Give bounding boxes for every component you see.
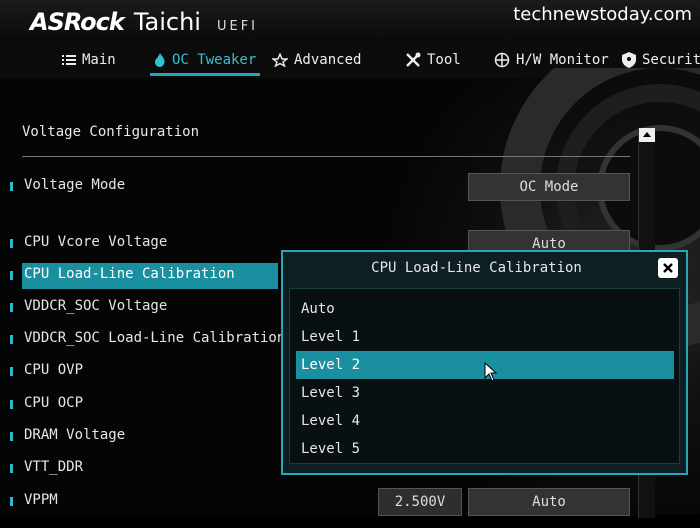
help-marker: [10, 303, 13, 312]
setting-label: VDDCR_SOC Load-Line Calibration: [24, 330, 286, 346]
setting-label: VTT_DDR: [24, 459, 84, 475]
setting-voltage-mode[interactable]: Voltage Mode: [0, 174, 480, 198]
title-bar: ASRock Taichi UEFI technewstoday.com: [0, 0, 700, 42]
setting-label: VDDCR_SOC Voltage: [24, 298, 168, 314]
tab-label: Tool: [427, 52, 461, 68]
tab-tool[interactable]: Tool: [405, 42, 461, 78]
option-level-4[interactable]: Level 4: [296, 407, 674, 435]
tab-main[interactable]: Main: [62, 42, 116, 78]
tools-icon: [405, 52, 421, 68]
voltage-mode-value[interactable]: OC Mode: [468, 173, 630, 201]
setting-label: CPU OCP: [24, 395, 84, 411]
brand-logo: ASRock Taichi UEFI: [30, 8, 258, 36]
option-level-1[interactable]: Level 1: [296, 323, 674, 351]
setting-label: VPPM: [24, 492, 58, 508]
tab-label: Advanced: [294, 52, 362, 68]
help-marker: [10, 182, 13, 191]
setting-label: CPU Load-Line Calibration: [24, 266, 235, 282]
setting-label: CPU Vcore Voltage: [24, 234, 168, 250]
tab-label: Main: [82, 52, 116, 68]
help-marker: [10, 497, 13, 506]
crosshair-icon: [494, 52, 510, 68]
close-icon[interactable]: [658, 258, 678, 278]
brand-model: Taichi: [133, 8, 201, 36]
dialog-title: CPU Load-Line Calibration: [371, 260, 582, 276]
flame-icon: [154, 53, 166, 67]
help-marker: [10, 271, 13, 280]
help-marker: [10, 464, 13, 473]
list-icon: [62, 54, 76, 66]
divider: [22, 156, 630, 157]
vppm-number[interactable]: 2.500V: [378, 488, 462, 516]
star-icon: [272, 53, 288, 67]
tab-advanced[interactable]: Advanced: [272, 42, 361, 78]
brand-name: ASRock: [30, 8, 125, 36]
option-auto[interactable]: Auto: [296, 295, 674, 323]
help-marker: [10, 335, 13, 344]
option-level-5[interactable]: Level 5: [296, 435, 674, 463]
tab-label: Security: [642, 52, 700, 68]
setting-label: CPU OVP: [24, 362, 84, 378]
mouse-pointer-icon: [484, 362, 498, 382]
setting-label: Voltage Mode: [24, 177, 126, 193]
help-marker: [10, 400, 13, 409]
shield-icon: [622, 52, 636, 68]
vppm-value[interactable]: Auto: [468, 488, 630, 516]
tab-label: OC Tweaker: [172, 52, 257, 68]
tab-label: H/W Monitor: [516, 52, 609, 68]
section-title: Voltage Configuration: [22, 124, 200, 140]
help-marker: [10, 432, 13, 441]
help-marker: [10, 239, 13, 248]
brand-suffix: UEFI: [216, 19, 259, 34]
setting-label: DRAM Voltage: [24, 427, 126, 443]
help-marker: [10, 367, 13, 376]
option-level-3[interactable]: Level 3: [296, 379, 674, 407]
watermark: technewstoday.com: [513, 4, 692, 25]
tab-oc-tweaker[interactable]: OC Tweaker: [149, 42, 261, 78]
scroll-up-icon[interactable]: [639, 128, 655, 142]
